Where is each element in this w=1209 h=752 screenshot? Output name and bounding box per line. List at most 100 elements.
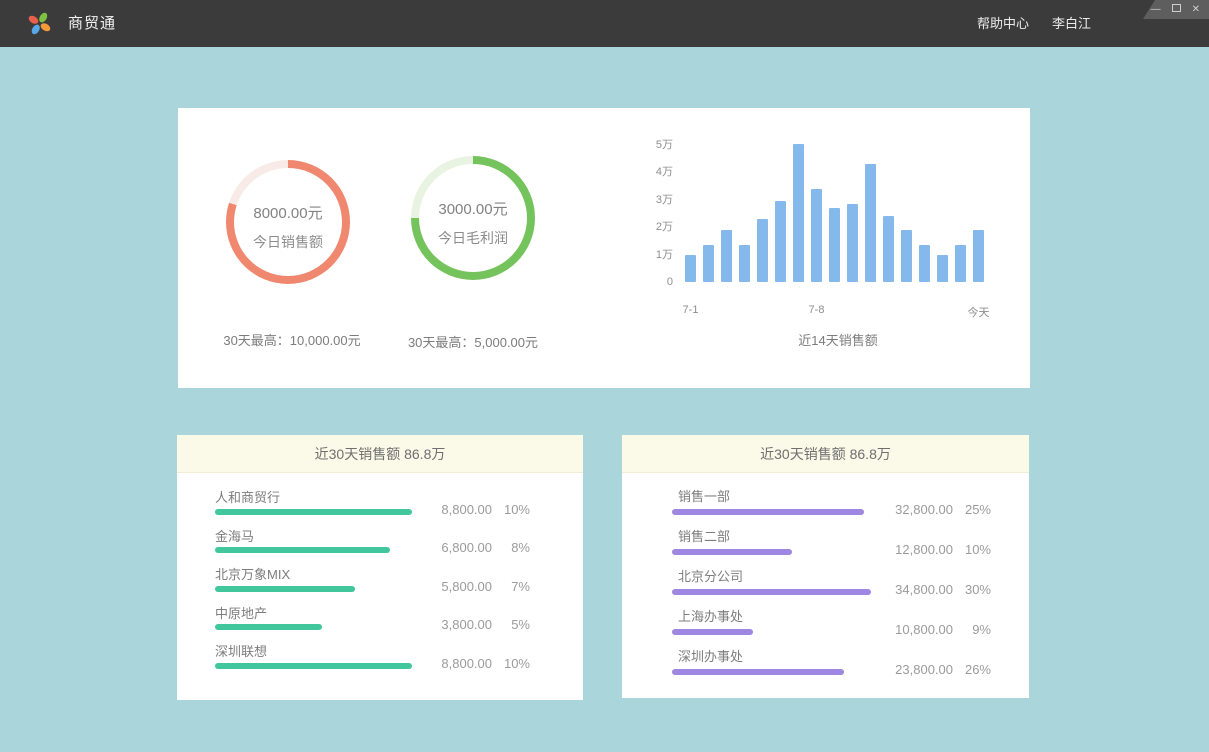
rank-value: 23,800.0026%: [895, 662, 991, 677]
chart-bar: [973, 230, 984, 282]
percent-text: 8%: [492, 540, 530, 555]
rank-value: 34,800.0030%: [895, 582, 991, 597]
chart-caption: 近14天销售额: [685, 330, 991, 349]
amount-text: 3,800.00: [441, 617, 492, 632]
percent-text: 10%: [492, 656, 530, 671]
topbar: 商贸通 帮助中心 李白江 — ✕: [0, 0, 1209, 47]
entity-name: 北京万象MIX: [215, 564, 290, 583]
rank-bar: [215, 586, 355, 592]
app-title: 商贸通: [68, 0, 116, 47]
today-profit-30d-max: 30天最高：5,000.00元: [353, 332, 593, 351]
chart-y-tick: 3万: [633, 193, 673, 207]
rank-value: 3,800.005%: [441, 617, 530, 632]
chart-bar: [847, 204, 858, 282]
chart-bar: [703, 245, 714, 282]
entity-name: 深圳办事处: [678, 646, 743, 665]
chart-bar: [919, 245, 930, 282]
overview-card: 8000.00元 今日销售额 30天最高：10,000.00元 3000.00元…: [178, 108, 1030, 388]
window-minimize-icon[interactable]: —: [1151, 5, 1161, 15]
amount-text: 8,800.00: [441, 502, 492, 517]
rank-bar: [215, 509, 412, 515]
department-rank-title: 近30天销售额 86.8万: [622, 435, 1029, 473]
chart-bar: [775, 201, 786, 282]
chart-x-tick: 7-1: [683, 304, 699, 316]
chart-x-axis: 7-1 7-8 今天: [685, 304, 991, 318]
amount-text: 12,800.00: [895, 542, 953, 557]
rank-bar: [672, 669, 844, 675]
amount-text: 32,800.00: [895, 502, 953, 517]
user-menu[interactable]: 李白江: [1052, 0, 1091, 47]
entity-name: 销售一部: [678, 486, 730, 505]
chart-bar: [811, 189, 822, 282]
chart-y-tick: 4万: [633, 165, 673, 179]
amount-text: 5,800.00: [441, 579, 492, 594]
chart-x-tick: 7-8: [809, 304, 825, 316]
rank-value: 8,800.0010%: [441, 656, 530, 671]
amount-text: 6,800.00: [441, 540, 492, 555]
rank-row: 销售一部 32,800.0025%: [672, 482, 991, 522]
chart-bar: [757, 219, 768, 282]
rank-bar: [672, 549, 792, 555]
maximize-box-glyph: [1172, 4, 1181, 12]
chart-y-tick: 2万: [633, 220, 673, 234]
chart-y-tick: 0: [633, 275, 673, 289]
customer-rank-title: 近30天销售额 86.8万: [177, 435, 583, 473]
rank-row: 北京万象MIX 5,800.007%: [215, 560, 530, 599]
today-sales-label: 今日销售额: [253, 232, 323, 252]
window-maximize-icon[interactable]: [1172, 4, 1181, 15]
rank-row: 深圳联想 8,800.0010%: [215, 637, 530, 676]
chart-x-tick: 今天: [968, 304, 990, 320]
help-center-link[interactable]: 帮助中心: [977, 0, 1029, 47]
rank-row: 中原地产 3,800.005%: [215, 599, 530, 638]
percent-text: 10%: [492, 502, 530, 517]
department-rank-list: 销售一部 32,800.0025% 销售二部 12,800.0010% 北京分公司 34,…: [622, 473, 1029, 682]
chart-y-tick: 5万: [633, 138, 673, 152]
amount-text: 23,800.00: [895, 662, 953, 677]
chart-bar: [739, 245, 750, 282]
rank-value: 6,800.008%: [441, 540, 530, 555]
percent-text: 5%: [492, 617, 530, 632]
rank-bar: [672, 589, 871, 595]
percent-text: 9%: [953, 622, 991, 637]
rank-bar: [215, 663, 412, 669]
entity-name: 中原地产: [215, 603, 267, 622]
chart-y-axis: 5万4万3万2万1万0: [633, 145, 673, 282]
department-sales-rank-card: 近30天销售额 86.8万 销售一部 32,800.0025% 销售二部 12,800…: [622, 435, 1029, 698]
amount-text: 34,800.00: [895, 582, 953, 597]
chart-bar: [955, 245, 966, 282]
rank-bar: [215, 624, 322, 630]
today-profit-label: 今日毛利润: [438, 228, 508, 248]
today-profit-donut: 3000.00元 今日毛利润: [411, 156, 535, 280]
customer-rank-list: 人和商贸行8,800.0010%金海马6,800.008%北京万象MIX5,80…: [177, 473, 583, 676]
rank-value: 32,800.0025%: [895, 502, 991, 517]
rank-row: 金海马6,800.008%: [215, 522, 530, 561]
rank-row: 上海办事处 10,800.009%: [672, 602, 991, 642]
chart-bar: [721, 230, 732, 282]
rank-value: 8,800.0010%: [441, 502, 530, 517]
entity-name: 北京分公司: [678, 566, 743, 585]
chart-bar: [829, 208, 840, 282]
entity-name: 销售二部: [678, 526, 730, 545]
amount-text: 10,800.00: [895, 622, 953, 637]
percent-text: 10%: [953, 542, 991, 557]
rank-row: 深圳办事处 23,800.0026%: [672, 642, 991, 682]
entity-name: 深圳联想: [215, 641, 267, 660]
rank-row: 北京分公司 34,800.0030%: [672, 562, 991, 602]
chart-bar: [901, 230, 912, 282]
rank-value: 10,800.009%: [895, 622, 991, 637]
today-sales-value: 8000.00元: [253, 202, 322, 223]
rank-value: 5,800.007%: [441, 579, 530, 594]
entity-name: 上海办事处: [678, 606, 743, 625]
rank-bar: [672, 629, 753, 635]
chart-bar: [685, 255, 696, 282]
amount-text: 8,800.00: [441, 656, 492, 671]
chart-bar: [883, 216, 894, 282]
percent-text: 25%: [953, 502, 991, 517]
percent-text: 26%: [953, 662, 991, 677]
customer-sales-rank-card: 近30天销售额 86.8万 人和商贸行8,800.0010%金海马6,800.0…: [177, 435, 583, 700]
entity-name: 人和商贸行: [215, 487, 280, 506]
rank-row: 销售二部 12,800.0010%: [672, 522, 991, 562]
sales-14d-bar-chart: 5万4万3万2万1万0 7-17-8今天 近14天销售额: [633, 108, 1013, 388]
window-close-icon[interactable]: ✕: [1192, 5, 1200, 15]
percent-text: 30%: [953, 582, 991, 597]
